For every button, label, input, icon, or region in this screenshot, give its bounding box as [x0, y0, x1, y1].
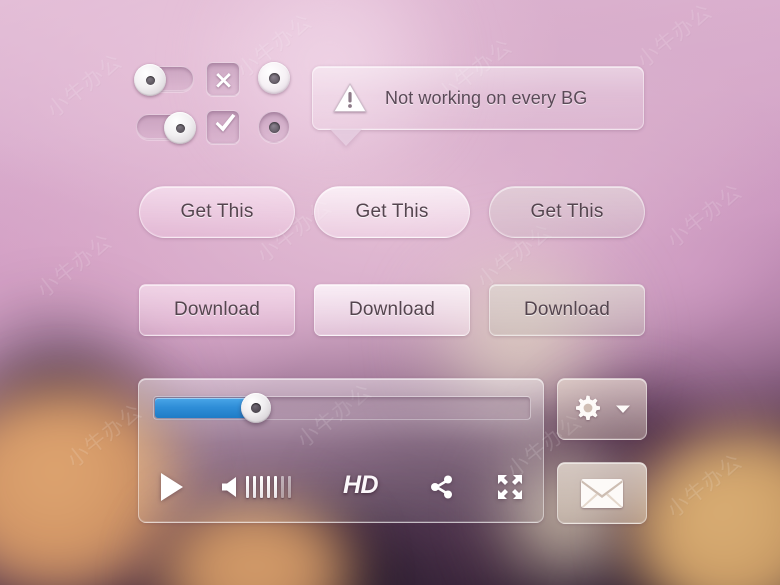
- toggle-knob[interactable]: [134, 64, 166, 96]
- fullscreen-button[interactable]: [497, 474, 523, 500]
- progress-slider-track[interactable]: [153, 393, 531, 423]
- tooltip-text: Not working on every BG: [385, 87, 588, 108]
- mail-button[interactable]: [557, 462, 647, 524]
- download-button-3[interactable]: Download: [489, 284, 645, 336]
- tooltip-banner: Not working on every BG: [312, 66, 644, 130]
- envelope-icon: [580, 478, 624, 509]
- toggle-knob[interactable]: [164, 112, 196, 144]
- button-label: Get This: [180, 201, 254, 222]
- volume-bar[interactable]: [288, 476, 291, 498]
- settings-button[interactable]: [557, 378, 647, 440]
- volume-bar[interactable]: [246, 476, 249, 498]
- button-label: Get This: [355, 201, 429, 222]
- ui-kit-canvas: 小牛办公 小牛办公 小牛办公 小牛办公 小牛办公 小牛办公 小牛办公 小牛办公 …: [0, 0, 780, 585]
- download-button-1[interactable]: Download: [139, 284, 295, 336]
- volume-speaker-icon: [221, 476, 238, 498]
- warning-triangle-icon: [333, 83, 367, 113]
- volume-bar[interactable]: [260, 476, 263, 498]
- toggle-switch-off[interactable]: [134, 64, 194, 96]
- hd-label: HD: [343, 471, 379, 499]
- get-this-button-3[interactable]: Get This: [489, 186, 645, 238]
- radio-button-unselected[interactable]: [258, 111, 290, 143]
- media-player-panel: HD: [138, 378, 544, 523]
- player-controls: HD: [139, 468, 543, 508]
- get-this-button-1[interactable]: Get This: [139, 186, 295, 238]
- progress-slider-knob[interactable]: [241, 393, 271, 423]
- volume-bar[interactable]: [253, 476, 256, 498]
- download-button-2[interactable]: Download: [314, 284, 470, 336]
- button-label: Download: [173, 299, 261, 320]
- fullscreen-expand-icon: [497, 474, 523, 500]
- toggle-switch-on[interactable]: [136, 112, 196, 144]
- play-button[interactable]: [159, 472, 185, 502]
- volume-level-bars[interactable]: [246, 476, 291, 498]
- checkbox-checked[interactable]: [206, 110, 240, 144]
- volume-bar[interactable]: [281, 476, 284, 498]
- hd-quality-button[interactable]: HD: [343, 471, 379, 500]
- check-mark-icon: [207, 111, 239, 143]
- button-label: Download: [523, 299, 611, 320]
- button-label: Download: [348, 299, 436, 320]
- share-icon: [431, 475, 453, 499]
- radio-button-selected[interactable]: [258, 62, 290, 94]
- x-mark-icon: [207, 63, 239, 95]
- button-label: Get This: [530, 201, 604, 222]
- volume-bar[interactable]: [267, 476, 270, 498]
- gear-icon: [573, 395, 601, 423]
- volume-button[interactable]: [221, 476, 291, 498]
- get-this-button-2[interactable]: Get This: [314, 186, 470, 238]
- volume-bar[interactable]: [274, 476, 277, 498]
- share-button[interactable]: [431, 475, 453, 499]
- checkbox-unchecked[interactable]: [206, 62, 240, 96]
- tooltip-pointer: [330, 129, 362, 146]
- chevron-down-icon: [615, 404, 631, 414]
